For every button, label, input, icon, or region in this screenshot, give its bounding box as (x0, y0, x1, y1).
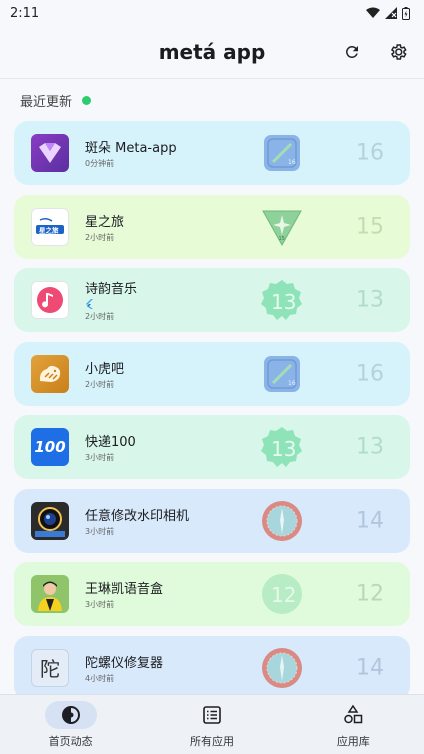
android-14-badge-icon (260, 646, 304, 690)
app-name: 小虎吧 (85, 361, 125, 377)
update-time: 3小时前 (85, 600, 115, 609)
app-name: 王琳凯语音盒 (85, 582, 164, 597)
version-number: 16 (356, 140, 384, 166)
section-header: 最近更新 (0, 79, 424, 121)
version-number: 12 (356, 581, 384, 607)
update-time: 2小时前 (85, 379, 115, 389)
nav-pill (44, 701, 97, 729)
update-time: 3小时前 (85, 526, 115, 536)
flutter-icon (86, 299, 93, 309)
status-bar: 2:11 (0, 0, 424, 26)
refresh-icon (346, 46, 358, 58)
icon-text: 100 (34, 438, 66, 456)
tiger-logo-icon (31, 354, 69, 393)
wifi-icon (366, 7, 380, 18)
app-card[interactable]: 星之旅 星之旅 2小时前 15 15 (14, 194, 410, 259)
nav-item-home-feed[interactable]: 首页动态 (0, 695, 141, 754)
android-15-badge-icon: 15 (260, 205, 304, 249)
nav-label: 首页动态 (48, 735, 93, 748)
app-name: 快递100 (85, 435, 136, 450)
nav-pill (186, 701, 238, 729)
svg-text:16: 16 (288, 159, 296, 166)
app-name: 斑朵 Meta-app (85, 141, 177, 156)
svg-text:13: 13 (271, 437, 296, 461)
app-bar: metá app (0, 26, 424, 78)
timeline-icon (61, 706, 80, 724)
android-16-badge-icon: 16 (260, 131, 304, 175)
app-card[interactable]: 斑朵 Meta-app 0分钟前 16 16 (14, 121, 410, 185)
list-icon (203, 706, 221, 724)
refresh-button[interactable] (336, 36, 368, 68)
tuo-char-icon: 陀 (31, 648, 69, 687)
version-number: 13 (356, 287, 384, 313)
app-name: 陀螺仪修复器 (85, 655, 164, 671)
android-16-badge-icon: 16 (260, 352, 304, 396)
battery-icon (402, 6, 410, 20)
app-card[interactable]: 100 快递100 3小时前 13 13 (14, 415, 410, 479)
kuaidi100-logo-icon: 100 (31, 428, 69, 466)
svg-text:15: 15 (279, 236, 285, 242)
svg-text:星之旅: 星之旅 (39, 225, 59, 234)
version-number: 14 (356, 655, 384, 680)
update-time: 2小时前 (85, 312, 115, 321)
version-number: 16 (356, 361, 384, 386)
version-number: 14 (356, 508, 384, 533)
svg-text:12: 12 (271, 583, 296, 607)
android-13-badge-icon: 13 (260, 425, 304, 469)
version-number: 13 (356, 434, 384, 460)
shapes-icon (344, 704, 363, 724)
app-card[interactable]: 任意修改水印相机 3小时前 14 (14, 488, 410, 553)
app-name: 诗韵音乐 (85, 282, 138, 297)
android-12-badge-icon: 12 (260, 572, 304, 616)
status-dot (82, 95, 92, 105)
nav-pill (327, 701, 379, 729)
star-journey-logo-icon: 星之旅 (31, 207, 69, 246)
app-card[interactable]: 小虎吧 2小时前 16 16 (14, 341, 410, 406)
status-icons (366, 6, 410, 20)
meta-app-logo-icon (31, 134, 69, 172)
update-time: 0分钟前 (85, 159, 115, 168)
update-time: 2小时前 (85, 232, 115, 242)
app-list: 斑朵 Meta-app 0分钟前 16 16 星之旅 星之旅 2小时前 15 1… (0, 121, 424, 700)
music-note-icon (31, 281, 69, 319)
gear-icon (390, 44, 407, 60)
camera-lens-icon (31, 501, 69, 540)
nav-item-all-apps[interactable]: 所有应用 (141, 695, 282, 754)
section-title: 最近更新 (20, 94, 73, 110)
app-card[interactable]: 王琳凯语音盒 3小时前 12 12 (14, 562, 410, 626)
android-14-badge-icon (260, 499, 304, 543)
person-photo-icon (31, 575, 69, 613)
icon-text: 陀 (40, 657, 60, 681)
svg-text:16: 16 (288, 380, 296, 387)
nav-label: 应用库 (336, 735, 370, 748)
bottom-nav: 首页动态 所有应用 应用库 (0, 694, 424, 754)
app-title: metá app (158, 40, 266, 64)
android-13-badge-icon: 13 (260, 278, 304, 322)
nav-label: 所有应用 (189, 735, 234, 748)
app-card[interactable]: 诗韵音乐 2小时前 13 13 (14, 268, 410, 332)
app-name: 任意修改水印相机 (85, 508, 190, 524)
nav-item-app-library[interactable]: 应用库 (283, 695, 424, 754)
signal-icon (385, 7, 397, 19)
app-name: 星之旅 (85, 214, 125, 230)
status-time: 2:11 (10, 5, 40, 21)
app-card[interactable]: 陀 陀螺仪修复器 4小时前 14 (14, 635, 410, 700)
settings-button[interactable] (382, 36, 414, 68)
svg-text:13: 13 (271, 290, 296, 314)
version-number: 15 (356, 214, 384, 239)
update-time: 4小时前 (85, 673, 115, 683)
update-time: 3小时前 (85, 453, 115, 462)
